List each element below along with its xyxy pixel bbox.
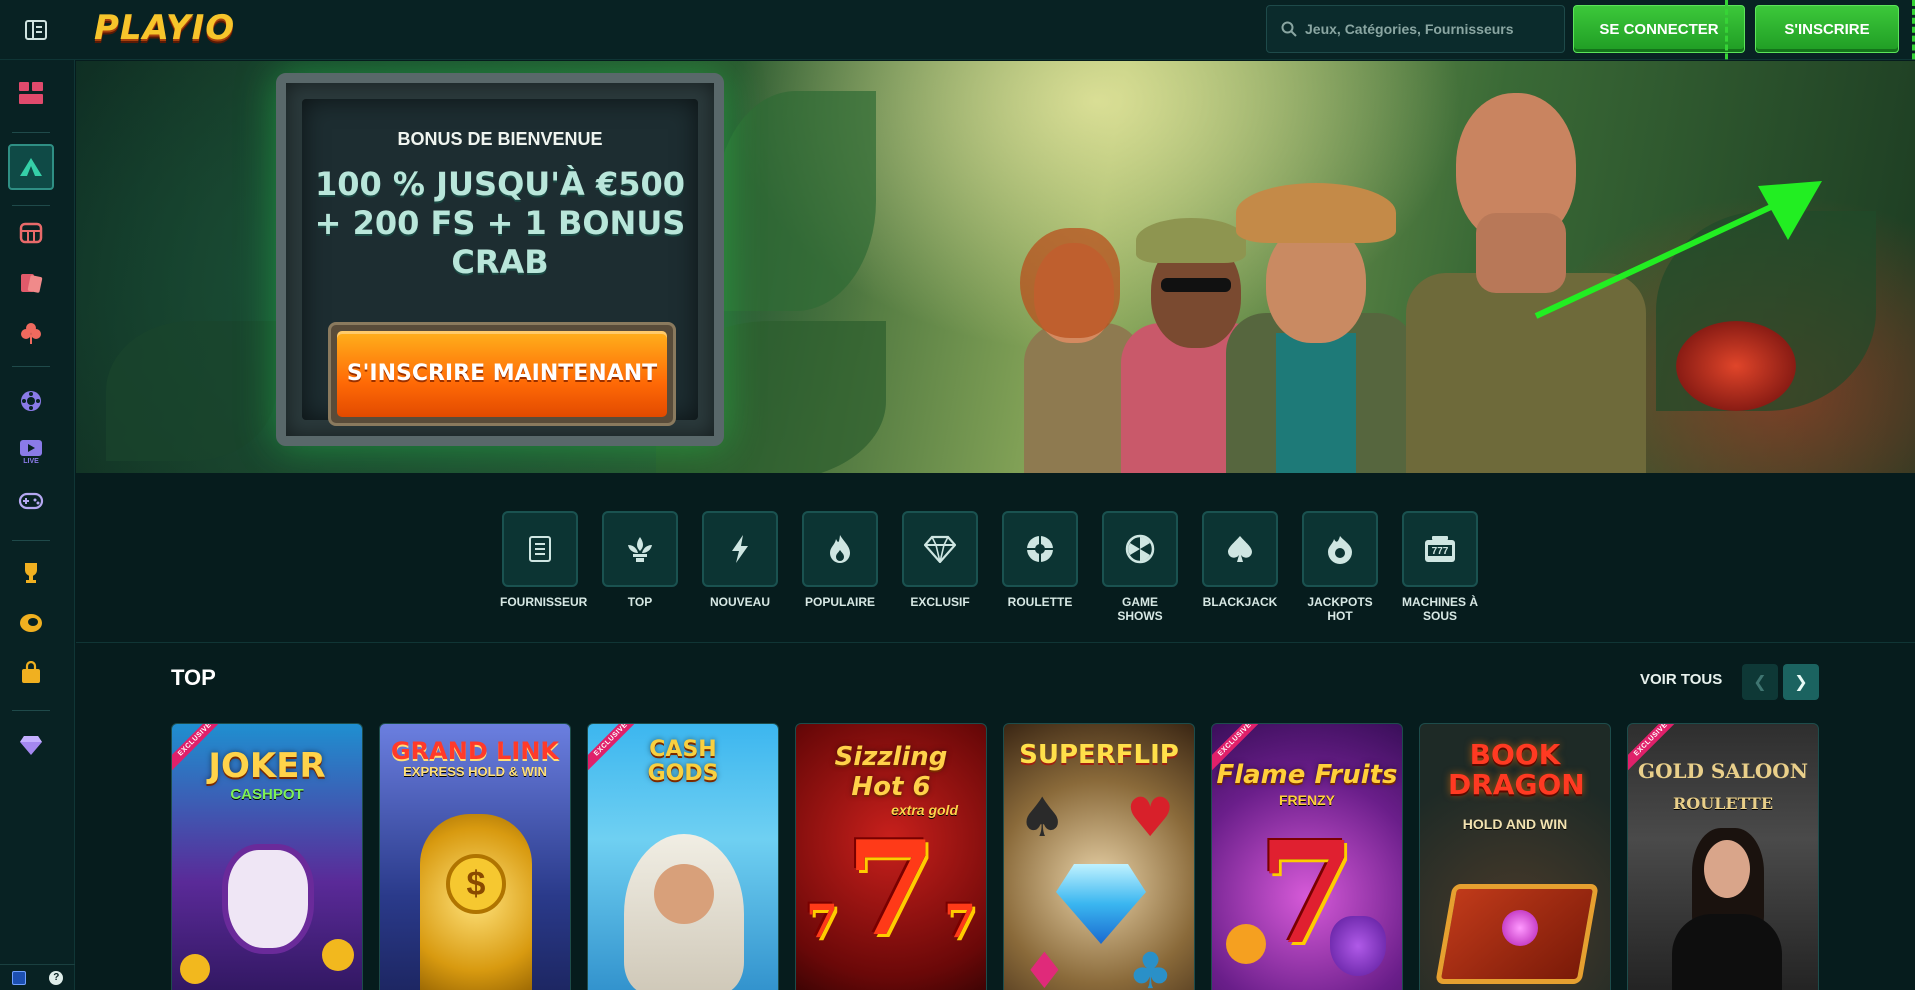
zeus-face bbox=[654, 864, 714, 924]
spade-icon bbox=[1228, 536, 1252, 562]
game-card[interactable]: SUPERFLIP ♠ ♥ ♦ ♣ bbox=[1003, 723, 1195, 990]
see-all-link[interactable]: VOIR TOUS bbox=[1640, 671, 1722, 688]
bonus-kicker: BONUS DE BIENVENUE bbox=[397, 129, 603, 149]
brand-logo[interactable]: PLAYIO bbox=[94, 8, 235, 52]
svg-text:777: 777 bbox=[1432, 546, 1449, 557]
slot-machine-icon[interactable] bbox=[14, 216, 48, 250]
sidebar-toggle-icon[interactable] bbox=[20, 14, 52, 46]
vip-diamond-icon[interactable] bbox=[14, 728, 48, 762]
carousel-next-button[interactable]: ❯ bbox=[1783, 664, 1819, 700]
category-populaire[interactable]: POPULAIRE bbox=[800, 511, 880, 609]
chevron-left-icon: ❮ bbox=[1753, 674, 1767, 691]
category-machines-a-sous[interactable]: 777 MACHINES À SOUS bbox=[1400, 511, 1480, 623]
lucky-seven-small: 7 bbox=[943, 894, 976, 948]
dealer-body bbox=[1672, 914, 1782, 990]
lightning-icon bbox=[732, 535, 748, 563]
category-jackpots-hot[interactable]: JACKPOTS HOT bbox=[1300, 511, 1380, 623]
chevron-right-icon: ❯ bbox=[1794, 674, 1808, 691]
spade-card-icon: ♠ bbox=[1018, 786, 1067, 849]
roulette-icon[interactable] bbox=[14, 384, 48, 418]
category-exclusif[interactable]: EXCLUSIF bbox=[900, 511, 980, 609]
wheel-icon bbox=[1125, 534, 1155, 564]
sidebar-footer: ? bbox=[0, 964, 75, 990]
game-card[interactable]: JOKER CASHPOT EXCLUSIVE bbox=[171, 723, 363, 990]
category-roulette[interactable]: ROULETTE bbox=[1000, 511, 1080, 609]
grapes-fruit bbox=[1330, 916, 1386, 976]
hero-banner[interactable]: BONUS DE BIENVENUE 100 % JUSQU'À €500 + … bbox=[76, 61, 1915, 473]
live-icon[interactable]: LIVE bbox=[14, 434, 48, 468]
category-nouveau[interactable]: NOUVEAU bbox=[700, 511, 780, 609]
carousel-prev-button[interactable]: ❮ bbox=[1742, 664, 1778, 700]
section-title-top: TOP bbox=[171, 665, 216, 690]
dealer-face bbox=[1704, 840, 1750, 898]
diamond-card-icon: ♦ bbox=[1022, 942, 1067, 990]
game-card[interactable]: Flame Fruits FRENZY 7 EXCLUSIVE bbox=[1211, 723, 1403, 990]
category-row: FOURNISSEUR TOP NOUVEAU POPULAIRE EXCLUS… bbox=[500, 511, 1500, 626]
provider-icon bbox=[529, 536, 551, 562]
game-card[interactable]: CASH GODS EXCLUSIVE bbox=[587, 723, 779, 990]
blue-diamond-gem bbox=[1056, 864, 1146, 944]
game-card[interactable]: Sizzling Hot 6 extra gold 7 7 7 bbox=[795, 723, 987, 990]
help-icon[interactable]: ? bbox=[49, 970, 64, 985]
shop-icon[interactable] bbox=[14, 656, 48, 690]
category-game-shows[interactable]: GAME SHOWS bbox=[1100, 511, 1180, 623]
bonus-title: 100 % JUSQU'À €500 + 200 FS + 1 BONUS CR… bbox=[314, 165, 686, 281]
game-card[interactable]: GOLD SALOON ROULETTE EXCLUSIVE bbox=[1627, 723, 1819, 990]
orange-fruit bbox=[1226, 924, 1266, 964]
search-icon bbox=[1281, 21, 1297, 37]
jungle-leaf-decoration bbox=[106, 321, 276, 461]
diamond-icon bbox=[924, 535, 956, 563]
section-divider bbox=[76, 642, 1915, 643]
annotation-arrow bbox=[1534, 181, 1822, 319]
roulette-wheel-icon bbox=[1027, 536, 1053, 562]
game-card[interactable]: GRAND LINK EXPRESS HOLD & WIN $ bbox=[379, 723, 571, 990]
joker-character bbox=[222, 844, 314, 954]
login-button[interactable]: SE CONNECTER bbox=[1573, 5, 1745, 53]
camp-icon[interactable] bbox=[8, 144, 54, 190]
svg-text:LIVE: LIVE bbox=[23, 458, 39, 464]
game-card[interactable]: BOOK DRAGON HOLD AND WIN bbox=[1419, 723, 1611, 990]
category-blackjack[interactable]: BLACKJACK bbox=[1200, 511, 1280, 609]
top-bar: PLAYIO SE CONNECTER S'INSCRIRE bbox=[0, 0, 1915, 60]
gamepad-icon[interactable] bbox=[14, 484, 48, 518]
search-input[interactable] bbox=[1305, 21, 1545, 37]
bonus-panel: BONUS DE BIENVENUE 100 % JUSQU'À €500 + … bbox=[276, 73, 724, 446]
jungle-leaf-decoration bbox=[716, 91, 876, 311]
category-fournisseur[interactable]: FOURNISSEUR bbox=[500, 511, 587, 609]
lobby-icon[interactable] bbox=[14, 76, 48, 110]
dollar-coin: $ bbox=[446, 854, 506, 914]
language-flag-icon[interactable] bbox=[11, 970, 26, 985]
explorer-man-hat bbox=[1206, 143, 1416, 473]
heart-card-icon: ♥ bbox=[1126, 786, 1175, 849]
hot-jackpot-icon bbox=[1328, 536, 1352, 564]
gold-coin bbox=[322, 939, 354, 971]
clover-icon[interactable] bbox=[14, 316, 48, 350]
cards-icon[interactable] bbox=[14, 266, 48, 300]
promo-icon[interactable] bbox=[14, 606, 48, 640]
sidebar: LIVE ? bbox=[0, 60, 75, 990]
red-flower-decoration bbox=[1676, 321, 1796, 411]
trophy-icon[interactable] bbox=[14, 556, 48, 590]
fleur-icon bbox=[628, 537, 652, 562]
slot-777-icon: 777 bbox=[1425, 536, 1455, 562]
search-box[interactable] bbox=[1266, 5, 1565, 53]
flame-icon bbox=[830, 535, 850, 563]
gold-coin bbox=[180, 954, 210, 984]
club-card-icon: ♣ bbox=[1128, 942, 1173, 990]
book-gem bbox=[1502, 910, 1538, 946]
signup-now-button[interactable]: S'INSCRIRE MAINTENANT bbox=[328, 322, 676, 426]
category-top[interactable]: TOP bbox=[600, 511, 680, 609]
